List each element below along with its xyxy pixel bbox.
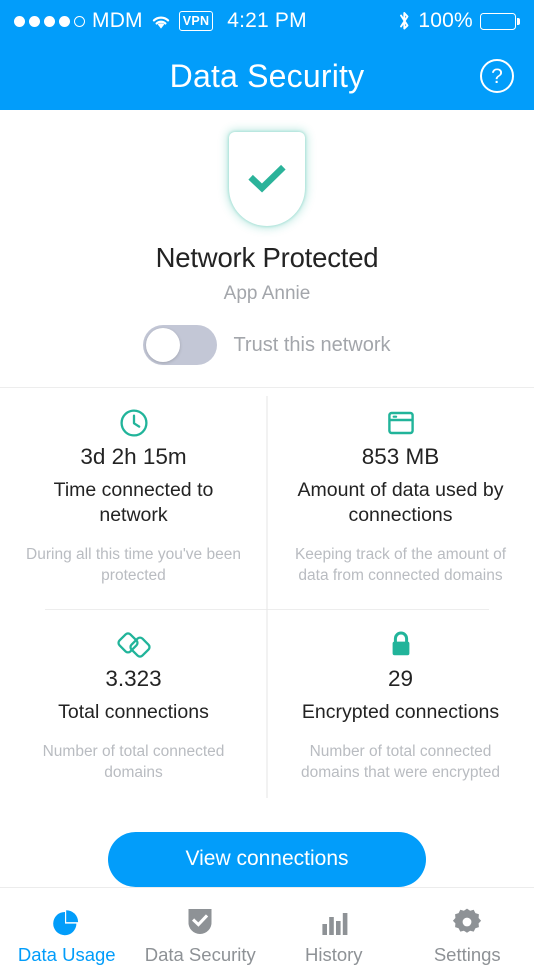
stat-label: Amount of data used by connections [293,478,508,528]
tab-label: Settings [434,944,501,966]
page-title: Data Security [170,58,365,95]
statistics-grid: 3d 2h 15m Time connected to network Duri… [0,388,534,806]
protection-status-title: Network Protected [0,242,534,274]
protection-status-section: Network Protected App Annie Trust this n… [0,110,534,365]
carrier-label: MDM [92,9,143,33]
status-bar-right: 100% [398,9,520,33]
trust-network-toggle[interactable] [143,325,217,365]
tab-data-usage[interactable]: Data Usage [0,888,134,979]
stat-note: Keeping track of the amount of data from… [293,545,508,587]
browser-window-icon [293,406,508,440]
stat-value: 853 MB [293,444,508,470]
tab-history[interactable]: History [267,888,401,979]
network-name-label: App Annie [0,283,534,305]
stat-cell-time-connected: 3d 2h 15m Time connected to network Duri… [0,388,267,609]
tab-bar: Data Usage Data Security History [0,887,534,979]
stat-note: Number of total connected domains [26,742,241,784]
shield-check-icon [229,132,305,226]
vertical-divider [267,396,268,798]
stat-value: 29 [293,666,508,692]
battery-percent-label: 100% [418,9,473,33]
navigation-bar: Data Security ? [0,42,534,110]
stat-note: During all this time you've been protect… [26,545,241,587]
signal-strength-icon [14,16,85,27]
lock-icon [293,628,508,662]
pie-chart-icon [52,905,82,937]
toggle-knob [146,328,180,362]
shield-wrap [0,132,534,226]
tab-label: Data Usage [18,944,116,966]
connections-icon [26,628,241,662]
tab-label: History [305,944,363,966]
stat-cell-encrypted-connections: 29 Encrypted connections Number of total… [267,610,534,806]
clock-icon [26,406,241,440]
app-screen: MDM VPN 4:21 PM 100% Dat [0,0,534,950]
stat-label: Time connected to network [26,478,241,528]
bar-chart-icon [319,905,349,937]
stat-value: 3d 2h 15m [26,444,241,470]
view-connections-button[interactable]: View connections [108,832,426,887]
wifi-icon [150,13,172,30]
help-circle-icon[interactable]: ? [480,59,514,93]
stat-label: Encrypted connections [293,700,508,725]
status-bar: MDM VPN 4:21 PM 100% [0,0,534,42]
stat-label: Total connections [26,700,241,725]
stat-value: 3.323 [26,666,241,692]
cta-section: View connections [0,806,534,887]
status-bar-left: MDM VPN [14,9,213,33]
vpn-badge: VPN [179,11,214,31]
shield-check-icon [186,905,214,937]
stat-note: Number of total connected domains that w… [293,742,508,784]
trust-network-label: Trust this network [233,334,390,357]
stat-cell-total-connections: 3.323 Total connections Number of total … [0,610,267,806]
battery-full-icon [480,13,520,30]
trust-network-row: Trust this network [0,325,534,365]
tab-data-security[interactable]: Data Security [134,888,268,979]
tab-label: Data Security [145,944,256,966]
tab-settings[interactable]: Settings [401,888,534,979]
gear-icon [452,905,482,937]
bluetooth-icon [398,10,411,32]
stat-cell-data-used: 853 MB Amount of data used by connection… [267,388,534,609]
statistics-section: 3d 2h 15m Time connected to network Duri… [0,387,534,806]
help-label: ? [491,66,503,87]
